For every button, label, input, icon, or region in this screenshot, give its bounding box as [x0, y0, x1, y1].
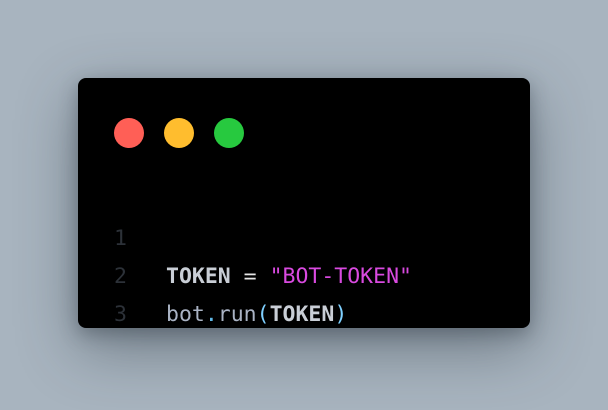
maximize-button[interactable] [214, 118, 244, 148]
line-content: TOKEN = "BOT-TOKEN" [166, 258, 412, 296]
code-line: 1 TOKEN = "BOT-TOKEN" [114, 182, 412, 289]
code-token: TOKEN [269, 302, 335, 327]
code-token: run [217, 302, 257, 327]
code-token: "BOT-TOKEN" [269, 264, 412, 289]
code-window: 1 TOKEN = "BOT-TOKEN" 2 bot.run(TOKEN) 3 [78, 78, 530, 328]
line-content: bot.run(TOKEN) [166, 296, 347, 334]
code-token: . [204, 302, 218, 327]
code-line: 3 [114, 258, 192, 327]
code-token: = [230, 264, 270, 289]
code-line: 2 bot.run(TOKEN) [114, 220, 347, 327]
code-token: ( [256, 302, 270, 327]
close-button[interactable] [114, 118, 144, 148]
minimize-button[interactable] [164, 118, 194, 148]
code-token: ) [334, 302, 348, 327]
line-number: 3 [114, 302, 127, 327]
code-block: 1 TOKEN = "BOT-TOKEN" 2 bot.run(TOKEN) 3 [114, 182, 412, 327]
